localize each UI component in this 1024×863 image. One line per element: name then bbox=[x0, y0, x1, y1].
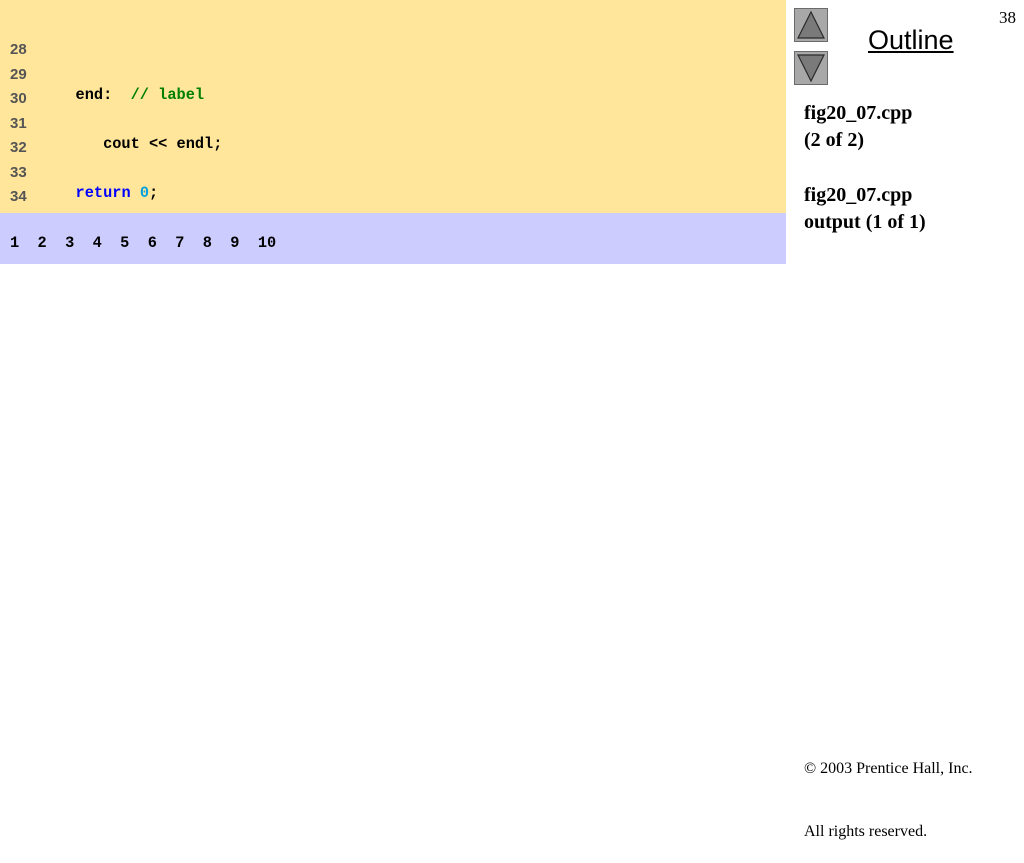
code-token-keyword: return bbox=[75, 184, 131, 202]
triangle-down-icon bbox=[797, 54, 825, 83]
code-line: 31 cout << endl; bbox=[0, 94, 222, 153]
next-slide-button[interactable] bbox=[794, 51, 828, 85]
copyright-notice: © 2003 Prentice Hall, Inc. All rights re… bbox=[804, 716, 973, 863]
outline-link[interactable]: Outline bbox=[868, 23, 954, 57]
code-listing: 28 29 end: // label 30 31 cout << endl; … bbox=[0, 0, 786, 251]
code-text: end: // label bbox=[48, 85, 205, 105]
file-caption: (2 of 2) bbox=[804, 129, 864, 151]
code-line: 29 end: // label bbox=[0, 45, 204, 104]
code-text: return 0; bbox=[48, 183, 159, 203]
code-token-comment: // label bbox=[130, 86, 205, 104]
file-caption: fig20_07.cpp bbox=[804, 184, 913, 206]
code-token-plain: end: bbox=[48, 86, 131, 104]
code-line: 34 bbox=[0, 167, 37, 205]
file-caption: fig20_07.cpp bbox=[804, 102, 913, 124]
code-token-plain: cout << endl; bbox=[48, 135, 223, 153]
code-line: 28 bbox=[0, 20, 37, 58]
code-line: 33 return 0; bbox=[0, 143, 158, 202]
code-token-plain: ; bbox=[149, 184, 159, 202]
triangle-up-icon bbox=[797, 10, 825, 39]
page-number: 38 bbox=[999, 8, 1016, 27]
code-text: cout << endl; bbox=[48, 134, 222, 154]
copyright-line: All rights reserved. bbox=[804, 823, 928, 840]
code-line: 30 bbox=[0, 69, 37, 107]
code-line: 32 bbox=[0, 118, 37, 156]
output-text: 1 2 3 4 5 6 7 8 9 10 bbox=[10, 234, 277, 252]
code-token-number: 0 bbox=[139, 184, 149, 202]
program-output: 1 2 3 4 5 6 7 8 9 10 bbox=[0, 213, 786, 264]
code-line: 35 } // end main bbox=[0, 192, 177, 251]
copyright-line: © 2003 Prentice Hall, Inc. bbox=[804, 760, 973, 777]
file-caption: output (1 of 1) bbox=[804, 211, 926, 233]
previous-slide-button[interactable] bbox=[794, 8, 828, 42]
